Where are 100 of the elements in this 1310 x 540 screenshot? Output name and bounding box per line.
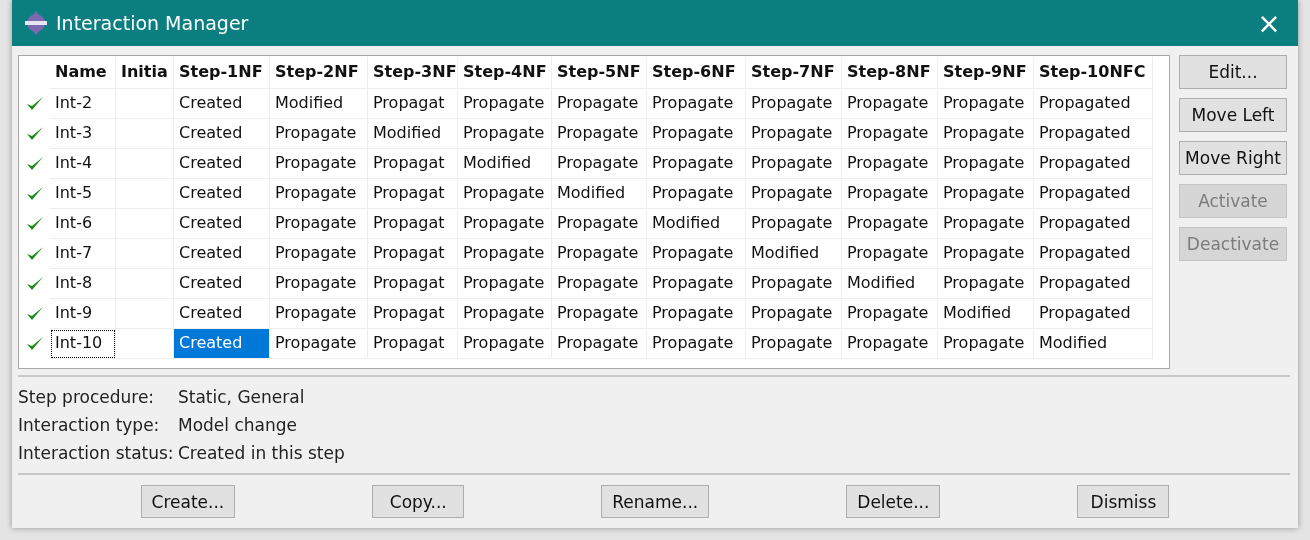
table-cell[interactable]: Propagate — [938, 329, 1034, 359]
table-cell[interactable]: Propagate — [270, 269, 368, 299]
table-cell[interactable]: Created — [174, 119, 270, 149]
table-cell[interactable]: Propagate — [938, 119, 1034, 149]
column-header[interactable]: Step-8NF — [842, 57, 938, 89]
table-cell[interactable]: Propagate — [270, 149, 368, 179]
table-cell[interactable]: Propagat — [368, 89, 458, 119]
dialog-button[interactable]: Rename... — [601, 485, 710, 518]
table-cell[interactable]: Propagate — [647, 179, 746, 209]
table-cell[interactable]: Propagate — [746, 179, 842, 209]
table-cell[interactable]: Propagate — [270, 239, 368, 269]
table-cell[interactable]: Propagate — [647, 89, 746, 119]
close-button[interactable]: × — [1246, 0, 1292, 46]
table-cell[interactable]: Propagat — [368, 269, 458, 299]
table-cell[interactable]: Propagate — [842, 89, 938, 119]
table-cell[interactable]: Propagate — [938, 209, 1034, 239]
table-cell[interactable]: Propagat — [368, 299, 458, 329]
table-cell[interactable]: Propagate — [746, 329, 842, 359]
column-header[interactable]: Step-7NF — [746, 57, 842, 89]
table-cell[interactable]: Int-10 — [50, 329, 116, 359]
table-cell[interactable]: Propagate — [938, 179, 1034, 209]
table-cell[interactable]: Propagate — [842, 149, 938, 179]
table-cell[interactable]: Propagate — [458, 299, 552, 329]
table-cell[interactable]: Propagate — [746, 269, 842, 299]
table-cell[interactable]: Created — [174, 239, 270, 269]
column-header[interactable]: Step-9NF — [938, 57, 1034, 89]
table-cell[interactable]: Propagated — [1034, 149, 1153, 179]
table-cell[interactable]: Propagate — [458, 89, 552, 119]
table-cell[interactable]: Propagate — [458, 179, 552, 209]
column-header[interactable]: Step-1NF — [174, 57, 270, 89]
table-cell[interactable]: Propagate — [746, 209, 842, 239]
table-cell[interactable]: Int-8 — [50, 269, 116, 299]
column-header[interactable]: Step-4NF — [458, 57, 552, 89]
table-cell[interactable]: Propagate — [647, 329, 746, 359]
table-cell[interactable]: Propagat — [368, 179, 458, 209]
table-cell[interactable]: Propagate — [746, 149, 842, 179]
table-cell[interactable]: Propagate — [938, 239, 1034, 269]
table-cell[interactable]: Propagate — [746, 299, 842, 329]
table-cell[interactable]: Propagate — [938, 269, 1034, 299]
table-cell[interactable]: Created — [174, 179, 270, 209]
table-cell[interactable]: Propagate — [552, 239, 647, 269]
table-cell[interactable]: Propagate — [270, 299, 368, 329]
table-cell[interactable]: Propagate — [647, 299, 746, 329]
column-header[interactable]: Step-3NF — [368, 57, 458, 89]
table-cell[interactable]: Propagated — [1034, 299, 1153, 329]
table-cell[interactable]: Modified — [552, 179, 647, 209]
empty-cell[interactable] — [116, 299, 174, 329]
table-cell[interactable]: Propagate — [647, 269, 746, 299]
table-cell[interactable]: Int-3 — [50, 119, 116, 149]
table-cell[interactable]: Created — [174, 209, 270, 239]
dialog-button[interactable]: Delete... — [846, 485, 941, 518]
table-cell[interactable]: Propagate — [842, 119, 938, 149]
table-cell[interactable]: Propagate — [552, 209, 647, 239]
table-cell[interactable]: Propagate — [458, 239, 552, 269]
table-cell[interactable]: Modified — [647, 209, 746, 239]
table-cell[interactable]: Propagate — [270, 209, 368, 239]
table-cell[interactable]: Modified — [746, 239, 842, 269]
table-cell[interactable]: Propagate — [938, 89, 1034, 119]
dialog-button[interactable]: Create... — [140, 485, 236, 518]
dialog-button[interactable]: Dismiss — [1077, 485, 1170, 518]
table-cell[interactable]: Modified — [458, 149, 552, 179]
table-cell[interactable]: Propagate — [842, 209, 938, 239]
table-cell[interactable]: Int-2 — [50, 89, 116, 119]
table-cell[interactable]: Propagat — [368, 239, 458, 269]
table-cell[interactable]: Propagated — [1034, 209, 1153, 239]
column-header[interactable]: Step-5NF — [552, 57, 647, 89]
table-cell[interactable]: Propagat — [368, 149, 458, 179]
table-cell[interactable]: Modified — [270, 89, 368, 119]
table-cell[interactable]: Propagate — [552, 149, 647, 179]
table-cell[interactable]: Int-5 — [50, 179, 116, 209]
table-cell[interactable]: Propagated — [1034, 89, 1153, 119]
column-header[interactable]: Step-10NFC — [1034, 57, 1153, 89]
table-cell[interactable]: Propagate — [458, 329, 552, 359]
table-cell[interactable]: Modified — [842, 269, 938, 299]
table-cell[interactable]: Created — [174, 269, 270, 299]
table-cell[interactable]: Propagate — [552, 269, 647, 299]
table-cell[interactable]: Propagate — [270, 119, 368, 149]
table-cell[interactable]: Int-4 — [50, 149, 116, 179]
table-cell[interactable]: Modified — [1034, 329, 1153, 359]
table-cell[interactable]: Propagated — [1034, 269, 1153, 299]
table-cell[interactable]: Propagated — [1034, 179, 1153, 209]
table-cell[interactable]: Propagate — [647, 149, 746, 179]
column-header[interactable]: Initia — [116, 57, 174, 89]
table-cell[interactable]: Propagate — [458, 209, 552, 239]
table-cell[interactable]: Propagate — [552, 329, 647, 359]
table-cell[interactable]: Propagate — [552, 119, 647, 149]
table-cell[interactable]: Propagate — [647, 119, 746, 149]
table-cell[interactable]: Modified — [938, 299, 1034, 329]
table-cell[interactable]: Int-9 — [50, 299, 116, 329]
table-cell[interactable]: Propagate — [842, 299, 938, 329]
table-cell[interactable]: Int-6 — [50, 209, 116, 239]
dialog-button[interactable]: Copy... — [372, 485, 465, 518]
side-button[interactable]: Edit... — [1179, 55, 1287, 89]
table-cell[interactable]: Propagat — [368, 329, 458, 359]
table-cell[interactable]: Propagate — [458, 269, 552, 299]
table-cell[interactable]: Propagate — [647, 239, 746, 269]
table-cell[interactable]: Propagate — [552, 89, 647, 119]
table-cell[interactable]: Propagate — [842, 329, 938, 359]
table-cell[interactable]: Propagate — [746, 89, 842, 119]
table-cell[interactable]: Propagate — [270, 329, 368, 359]
